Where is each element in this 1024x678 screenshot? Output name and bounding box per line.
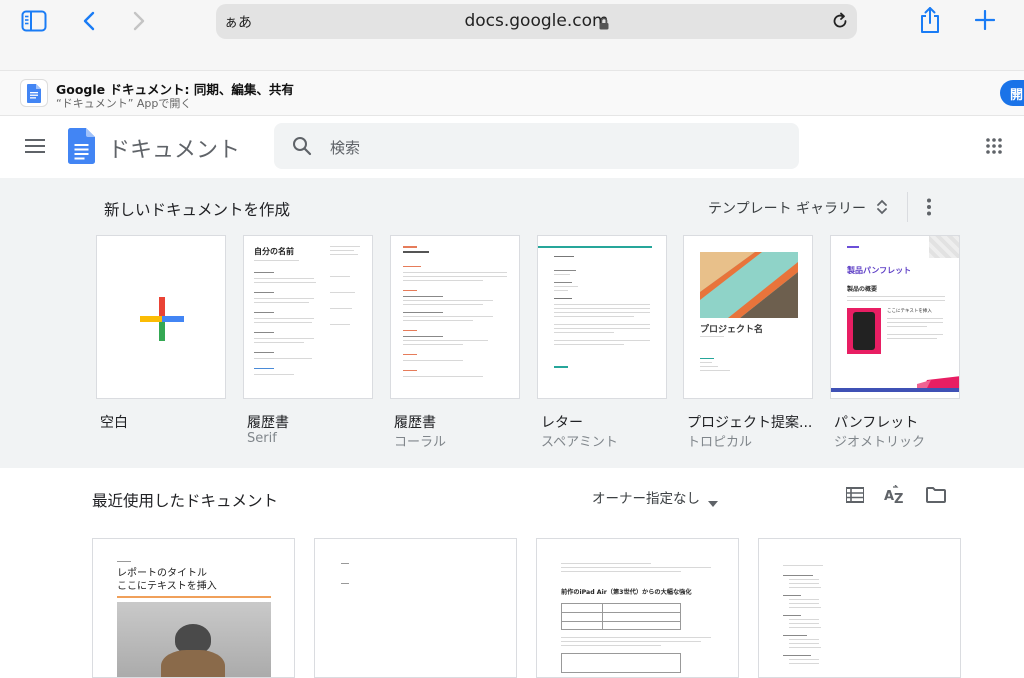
- search-input[interactable]: 検索: [274, 123, 799, 169]
- template-resume-serif[interactable]: 自分の名前: [243, 235, 373, 399]
- template-sub-project: トロピカル: [687, 435, 753, 450]
- template-label-project[interactable]: プロジェクト提案...: [687, 412, 812, 432]
- geometric-footer: [831, 376, 959, 392]
- tropical-graphic: [700, 252, 798, 318]
- app-install-banner: Google ドキュメント: 同期、編集、共有 “ドキュメント” Appで開く: [0, 70, 1024, 116]
- template-label-resume-coral[interactable]: 履歴書: [394, 412, 436, 432]
- thumb-resume-name: 自分の名前: [254, 247, 294, 256]
- back-icon[interactable]: [80, 10, 98, 32]
- phone-image: [847, 308, 881, 354]
- template-blank[interactable]: [96, 235, 226, 399]
- recent-doc-card[interactable]: 前作のiPad Air（第3世代）からの大幅な強化: [536, 538, 739, 678]
- recent-doc-card[interactable]: [758, 538, 961, 678]
- template-sub-brochure: ジオメトリック: [834, 435, 926, 450]
- open-in-app-button[interactable]: 開: [1000, 80, 1024, 106]
- svg-text:Z: Z: [894, 492, 903, 507]
- banner-subtitle: “ドキュメント” Appで開く: [56, 97, 192, 110]
- template-sub-resume-coral: コーラル: [394, 435, 447, 450]
- template-sub-letter: スペアミント: [541, 435, 618, 450]
- docs-header: ドキュメント 検索: [0, 116, 1024, 178]
- divider: [907, 192, 908, 222]
- template-brochure-geometric[interactable]: 製品パンフレット 製品の概要 ここにテキストを挿入: [830, 235, 960, 399]
- browser-toolbar: ぁあ docs.google.com: [0, 0, 1024, 70]
- owner-filter-dropdown[interactable]: オーナー指定なし: [592, 487, 700, 507]
- forward-icon[interactable]: [130, 10, 148, 32]
- template-label-letter[interactable]: レター: [541, 412, 583, 432]
- lock-icon: [599, 15, 609, 34]
- template-label-blank[interactable]: 空白: [100, 412, 128, 432]
- template-gallery-button[interactable]: テンプレート ギャラリー: [708, 198, 866, 218]
- doc-thumb-line1: レポートのタイトル: [117, 568, 207, 579]
- template-letter-spearmint[interactable]: [537, 235, 667, 399]
- plus-icon: [140, 297, 184, 341]
- folder-icon[interactable]: [926, 487, 946, 507]
- apps-grid-icon[interactable]: [986, 138, 1002, 158]
- recent-doc-card[interactable]: [314, 538, 517, 678]
- recent-docs-heading: 最近使用したドキュメント: [92, 492, 279, 510]
- doc-thumb-line2: ここにテキストを挿入: [117, 581, 217, 592]
- more-options-icon[interactable]: [926, 198, 932, 220]
- doc-thumb-table: [561, 603, 681, 630]
- menu-icon[interactable]: [25, 138, 45, 158]
- url-text: docs.google.com: [464, 11, 609, 31]
- share-icon[interactable]: [918, 6, 942, 34]
- address-bar[interactable]: ぁあ docs.google.com: [216, 4, 857, 39]
- unfold-icon[interactable]: [876, 198, 888, 220]
- template-resume-coral[interactable]: [390, 235, 520, 399]
- app-title[interactable]: ドキュメント: [108, 132, 240, 164]
- new-tab-icon[interactable]: [974, 9, 996, 31]
- reload-icon[interactable]: [831, 12, 849, 34]
- dropdown-arrow-icon[interactable]: [708, 492, 718, 511]
- sort-az-icon[interactable]: AZ: [884, 484, 908, 511]
- svg-text:A: A: [884, 489, 894, 504]
- docs-app-icon: [20, 79, 48, 107]
- template-section: 新しいドキュメントを作成 テンプレート ギャラリー 自分の名前 プロジェクト名 …: [0, 178, 1024, 468]
- doc-thumb-heading: 前作のiPad Air（第3世代）からの大幅な強化: [561, 589, 692, 596]
- search-icon: [292, 136, 312, 160]
- thumb-brochure-section: 製品の概要: [847, 286, 878, 293]
- sidebar-icon[interactable]: [20, 9, 48, 33]
- docs-logo-icon[interactable]: [68, 128, 95, 168]
- template-project-tropical[interactable]: プロジェクト名: [683, 235, 813, 399]
- search-placeholder: 検索: [330, 139, 361, 157]
- template-sub-resume-serif: Serif: [247, 431, 277, 446]
- recent-doc-card[interactable]: レポートのタイトル ここにテキストを挿入: [92, 538, 295, 678]
- thumb-brochure-note: ここにテキストを挿入: [887, 309, 932, 314]
- template-label-brochure[interactable]: パンフレット: [834, 412, 918, 432]
- list-view-icon[interactable]: [845, 487, 865, 507]
- template-section-heading: 新しいドキュメントを作成: [104, 201, 291, 219]
- thumb-brochure-title: 製品パンフレット: [847, 266, 912, 275]
- thumb-project-name: プロジェクト名: [700, 325, 764, 335]
- template-label-resume-serif[interactable]: 履歴書: [247, 412, 289, 432]
